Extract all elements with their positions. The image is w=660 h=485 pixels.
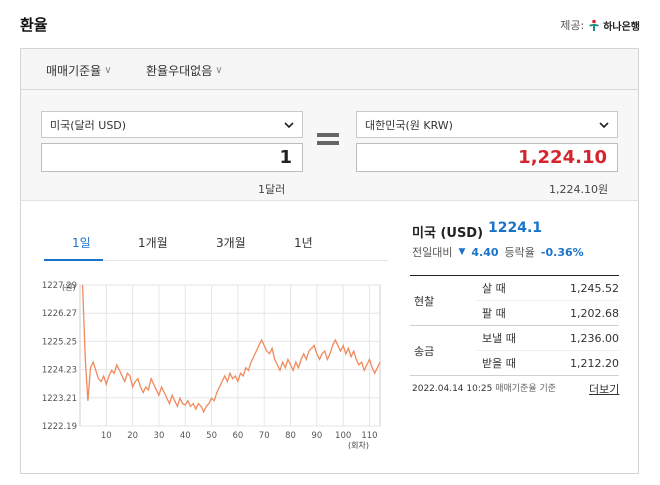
- to-unit-text: 1,224.10원: [549, 183, 609, 196]
- x-tick-label: 30: [154, 431, 165, 441]
- timestamp: 2022.04.14 10:25: [412, 384, 493, 394]
- caret-down-icon: [599, 121, 609, 128]
- tab-1-month[interactable]: 1개월: [138, 234, 168, 251]
- from-currency-select[interactable]: 미국(달러 USD): [41, 111, 303, 138]
- hana-logo-icon: [589, 19, 600, 31]
- caret-down-icon: [284, 121, 294, 128]
- y-tick-label: 1223.21: [42, 394, 77, 404]
- provider-name: 하나은행: [603, 21, 640, 33]
- basis-text: 매매기준율 기준: [495, 384, 557, 394]
- change-value: 4.40: [471, 245, 499, 259]
- plot-area: [79, 284, 381, 427]
- from-currency-label: 미국(달러 USD): [50, 118, 127, 132]
- timestamp-line: 2022.04.14 10:25 매매기준율 기준: [412, 381, 556, 394]
- y-tick-label: 1227.29: [42, 281, 77, 291]
- receive-label: 받을 때: [476, 350, 552, 376]
- filter-bar: [21, 49, 638, 90]
- x-tick-label: 90: [311, 431, 322, 441]
- provider: 제공: 하나은행: [560, 17, 640, 33]
- cash-label: 현찰: [410, 276, 476, 326]
- to-amount-input[interactable]: 1,224.10: [356, 143, 618, 172]
- from-amount-input[interactable]: 1: [41, 143, 303, 172]
- active-tab-indicator: [44, 259, 103, 261]
- receive-value: 1,212.20: [552, 350, 619, 376]
- hana-bank-logo: 하나은행: [588, 18, 640, 33]
- tab-3-months[interactable]: 3개월: [216, 234, 246, 251]
- down-triangle-icon: ▼: [458, 247, 466, 257]
- tab-1-year[interactable]: 1년: [294, 234, 313, 251]
- to-currency-label: 대한민국(원 KRW): [365, 118, 453, 132]
- x-tick-label: 100: [335, 431, 351, 441]
- more-link[interactable]: 더보기: [589, 381, 619, 397]
- y-tick-label: 1224.23: [42, 366, 77, 376]
- y-tick-label: 1226.27: [42, 309, 77, 319]
- x-tick-label: 10: [101, 431, 112, 441]
- rate-type-label: 매매기준율: [46, 64, 102, 78]
- rates-table: 현찰 살 때 1,245.52 팔 때 1,202.68 송금 보낼 때 1,2…: [410, 276, 619, 376]
- change-rate-label: 등락율: [504, 246, 535, 259]
- page-title: 환율: [20, 16, 48, 34]
- tab-1-day[interactable]: 1일: [72, 234, 91, 251]
- cash-buy-label: 살 때: [476, 276, 552, 301]
- chevron-down-icon: ∨: [215, 65, 223, 76]
- quote-price: 1224.1: [488, 220, 543, 236]
- y-tick-label: 1225.25: [42, 337, 77, 347]
- send-label: 보낼 때: [476, 325, 552, 351]
- cash-buy-value: 1,245.52: [552, 276, 619, 301]
- rate-type-dropdown[interactable]: 매매기준율 ∨: [46, 62, 112, 79]
- x-tick-label: 110: [361, 431, 377, 441]
- rates-table-container: 현찰 살 때 1,245.52 팔 때 1,202.68 송금 보낼 때 1,2…: [410, 275, 619, 376]
- chart-grid: [79, 284, 381, 427]
- x-tick-label: 40: [180, 431, 191, 441]
- x-tick-label: 20: [127, 431, 138, 441]
- x-tick-label: 50: [206, 431, 217, 441]
- to-currency-select[interactable]: 대한민국(원 KRW): [356, 111, 618, 138]
- preferential-dropdown[interactable]: 환율우대없음 ∨: [146, 62, 223, 79]
- quote-currency: 미국 (USD): [412, 226, 484, 241]
- cash-sell-value: 1,202.68: [552, 300, 619, 326]
- from-unit-text: 1달러: [258, 183, 286, 196]
- transfer-label: 송금: [410, 325, 476, 376]
- preferential-label: 환율우대없음: [146, 64, 213, 78]
- cash-sell-label: 팔 때: [476, 300, 552, 326]
- x-axis-label: (회차): [348, 441, 369, 450]
- quote-change: 전일대비 ▼ 4.40 등락율 -0.36%: [412, 244, 584, 260]
- x-tick-label: 60: [232, 431, 243, 441]
- x-tick-label: 70: [259, 431, 270, 441]
- x-tick-label: 80: [285, 431, 296, 441]
- equals-icon: [317, 133, 339, 147]
- provider-label: 제공:: [560, 19, 585, 32]
- exchange-rate-chart: (원) (회차) 1227.291226.271225.251224.23122…: [42, 281, 381, 450]
- change-label: 전일대비: [412, 246, 453, 259]
- change-rate: -0.36%: [540, 245, 584, 259]
- y-tick-label: 1222.19: [42, 422, 77, 432]
- send-value: 1,236.00: [552, 325, 619, 351]
- chevron-down-icon: ∨: [104, 65, 112, 76]
